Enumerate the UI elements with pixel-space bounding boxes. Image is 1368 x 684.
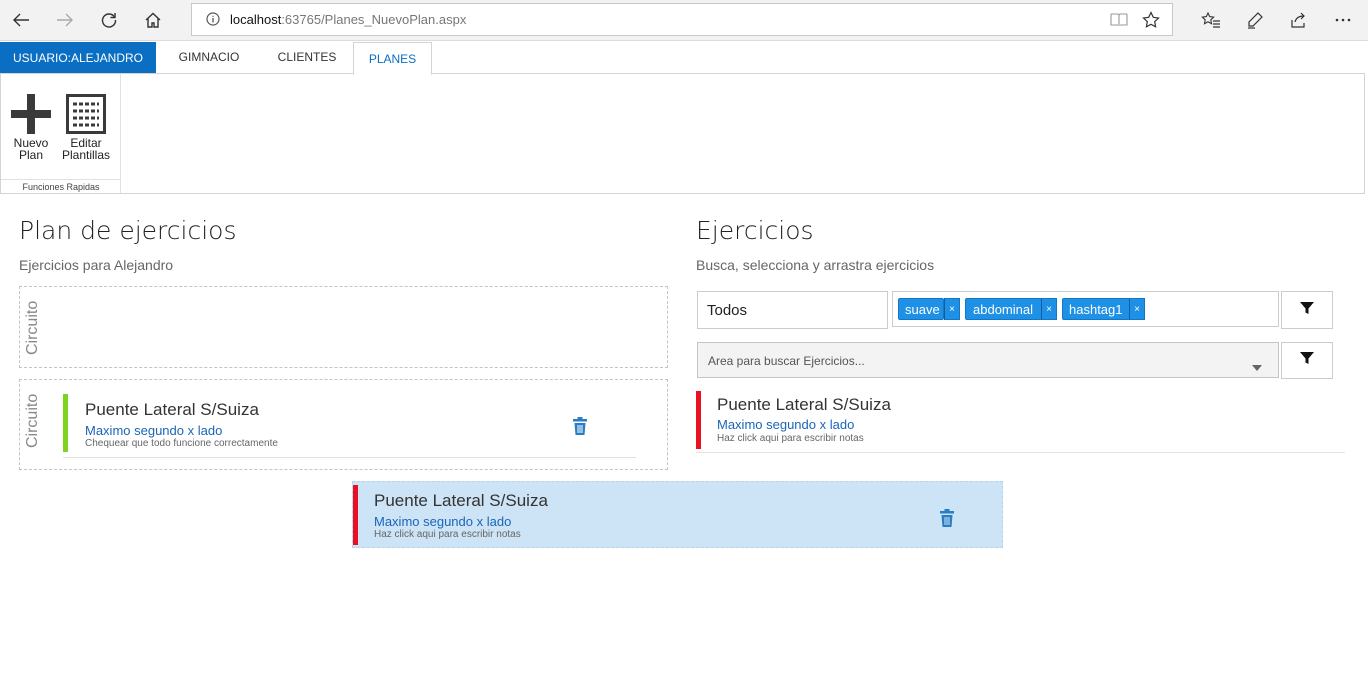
ribbon-group-quick-functions: Nuevo Plan Editar Plantillas Funciones R… bbox=[1, 74, 121, 193]
search-placeholder: Area para buscar Ejercicios... bbox=[708, 354, 865, 368]
exercise-note[interactable]: Haz click aqui para escribir notas bbox=[717, 433, 864, 444]
new-plan-label-2: Plan bbox=[18, 148, 44, 162]
exercises-subtitle: Busca, selecciona y arrastra ejercicios bbox=[696, 257, 935, 273]
tag-label: abdominal bbox=[973, 302, 1033, 317]
edit-templates-button[interactable]: Editar Plantillas bbox=[58, 94, 114, 161]
exercise-title: Puente Lateral S/Suiza bbox=[85, 400, 259, 419]
filter-icon bbox=[1299, 300, 1315, 321]
exercise-title: Puente Lateral S/Suiza bbox=[374, 491, 548, 510]
favorite-star-icon[interactable] bbox=[1142, 11, 1160, 34]
category-value: Todos bbox=[707, 302, 748, 319]
tab-clientes[interactable]: CLIENTES bbox=[261, 42, 353, 74]
user-tab[interactable]: USUARIO:ALEJANDRO bbox=[0, 42, 156, 74]
tag-remove-icon[interactable]: × bbox=[944, 298, 960, 320]
exercise-measure[interactable]: Maximo segundo x lado bbox=[717, 417, 854, 432]
circuit-label: Circuito bbox=[24, 393, 41, 448]
refresh-icon[interactable] bbox=[94, 6, 124, 34]
new-plan-button[interactable]: Nuevo Plan bbox=[9, 94, 53, 161]
tag-chip: abdominal bbox=[965, 298, 1042, 320]
chevron-down-icon bbox=[1252, 358, 1262, 376]
trash-icon[interactable] bbox=[938, 508, 956, 528]
forward-icon[interactable] bbox=[50, 6, 80, 34]
exercise-title: Puente Lateral S/Suiza bbox=[717, 395, 891, 414]
tag-label: suave bbox=[905, 302, 940, 317]
reading-view-icon[interactable] bbox=[1110, 12, 1128, 33]
tags-input[interactable]: suave × abdominal × hashtag1 × bbox=[892, 291, 1279, 327]
plan-title: Plan de ejercicios bbox=[19, 216, 237, 245]
tag-remove-icon[interactable]: × bbox=[1129, 298, 1145, 320]
exercise-search-select[interactable]: Area para buscar Ejercicios... bbox=[697, 342, 1279, 378]
exercise-measure[interactable]: Maximo segundo x lado bbox=[374, 514, 511, 529]
exercise-note[interactable]: Haz click aqui para escribir notas bbox=[374, 529, 521, 540]
more-menu-icon[interactable] bbox=[1328, 6, 1358, 34]
exercise-note[interactable]: Chequear que todo funcione correctamente bbox=[85, 438, 278, 449]
edit-templates-label-2: Plantillas bbox=[61, 148, 111, 162]
circuit-label: Circuito bbox=[24, 300, 41, 355]
tag-label: hashtag1 bbox=[1069, 302, 1123, 317]
ribbon: Nuevo Plan Editar Plantillas Funciones R… bbox=[0, 73, 1365, 194]
tab-gimnacio[interactable]: GIMNACIO bbox=[157, 42, 261, 74]
plan-exercise-item[interactable]: Puente Lateral S/Suiza Maximo segundo x … bbox=[63, 394, 636, 458]
tag-remove-icon[interactable]: × bbox=[1041, 298, 1057, 320]
url-text: localhost:63765/Planes_NuevoPlan.aspx bbox=[230, 12, 467, 27]
filter-icon bbox=[1299, 350, 1315, 371]
favorites-hub-icon[interactable] bbox=[1196, 6, 1226, 34]
main-tabs: USUARIO:ALEJANDRO GIMNACIO CLIENTES PLAN… bbox=[0, 42, 1368, 75]
circuit-dropzone[interactable]: Circuito Puente Lateral S/Suiza Maximo s… bbox=[19, 379, 668, 470]
tag-chip: suave bbox=[898, 298, 944, 320]
exercise-result-item[interactable]: Puente Lateral S/Suiza Maximo segundo x … bbox=[696, 389, 1345, 453]
exercises-title: Ejercicios bbox=[696, 216, 814, 245]
pen-notes-icon[interactable] bbox=[1240, 6, 1270, 34]
exercise-color-bar bbox=[696, 391, 701, 449]
address-bar[interactable]: localhost:63765/Planes_NuevoPlan.aspx bbox=[191, 3, 1173, 36]
category-field[interactable]: Todos bbox=[697, 291, 888, 329]
circuit-dropzone[interactable]: Circuito bbox=[19, 286, 668, 368]
search-filter-button[interactable] bbox=[1281, 342, 1333, 379]
tab-planes[interactable]: PLANES bbox=[353, 42, 432, 75]
ribbon-group-label: Funciones Rapidas bbox=[1, 179, 121, 192]
template-icon bbox=[66, 94, 106, 134]
exercise-color-bar bbox=[63, 394, 68, 452]
plan-subtitle: Ejercicios para Alejandro bbox=[19, 257, 174, 273]
plus-icon bbox=[11, 94, 51, 134]
exercise-color-bar bbox=[353, 485, 358, 545]
info-icon[interactable] bbox=[206, 12, 220, 31]
trash-icon[interactable] bbox=[571, 416, 589, 436]
back-icon[interactable] bbox=[6, 6, 36, 34]
dragging-exercise-item[interactable]: Puente Lateral S/Suiza Maximo segundo x … bbox=[352, 481, 1003, 548]
tag-chip: hashtag1 bbox=[1062, 298, 1130, 320]
share-icon[interactable] bbox=[1283, 6, 1313, 34]
exercise-measure[interactable]: Maximo segundo x lado bbox=[85, 423, 222, 438]
home-icon[interactable] bbox=[138, 6, 168, 34]
tag-filter-button[interactable] bbox=[1281, 291, 1333, 329]
browser-toolbar: localhost:63765/Planes_NuevoPlan.aspx bbox=[0, 0, 1368, 41]
